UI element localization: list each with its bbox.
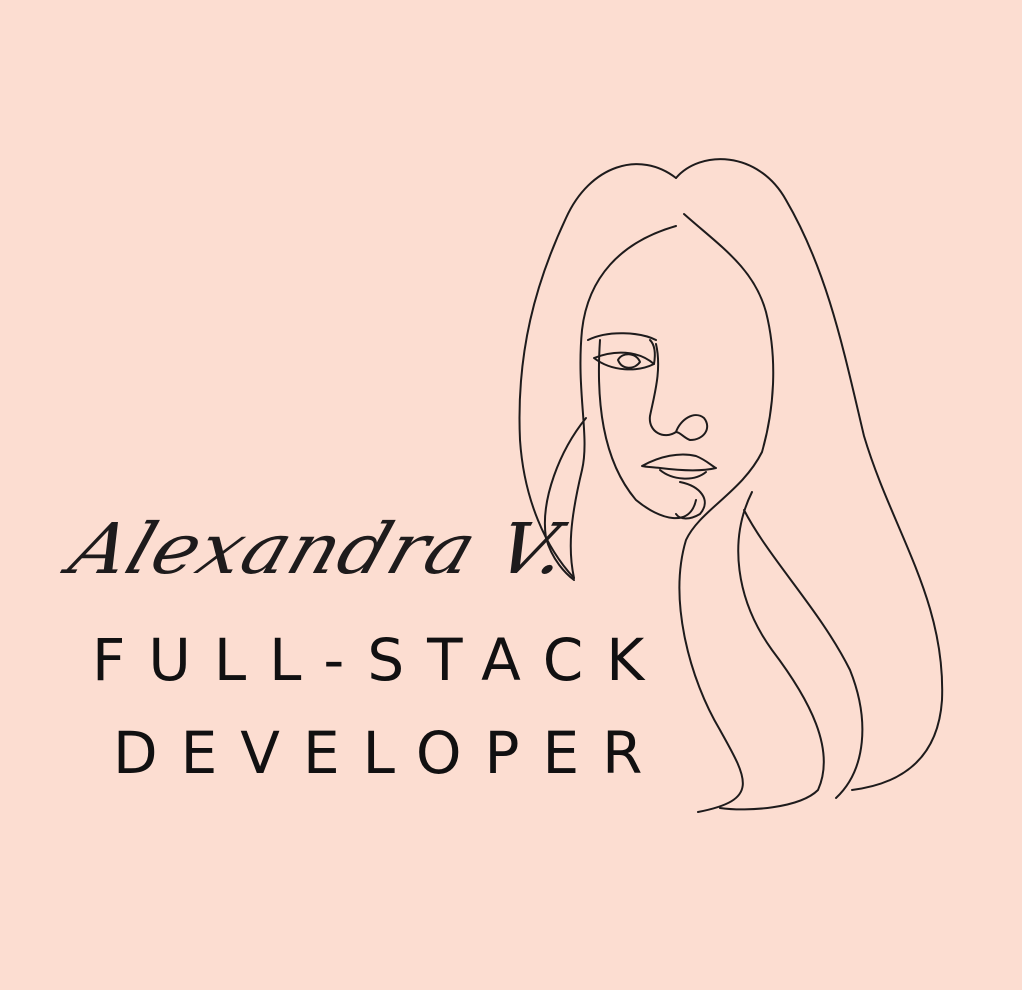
signature-name: Alexandra V. [60,507,581,590]
woman-line-art-portrait-icon [518,158,944,813]
logo-canvas: Alexandra V. FULL-STACK DEVELOPER [0,0,1022,990]
title-line-developer: DEVELOPER [113,719,666,787]
title-line-full-stack: FULL-STACK [92,626,668,694]
